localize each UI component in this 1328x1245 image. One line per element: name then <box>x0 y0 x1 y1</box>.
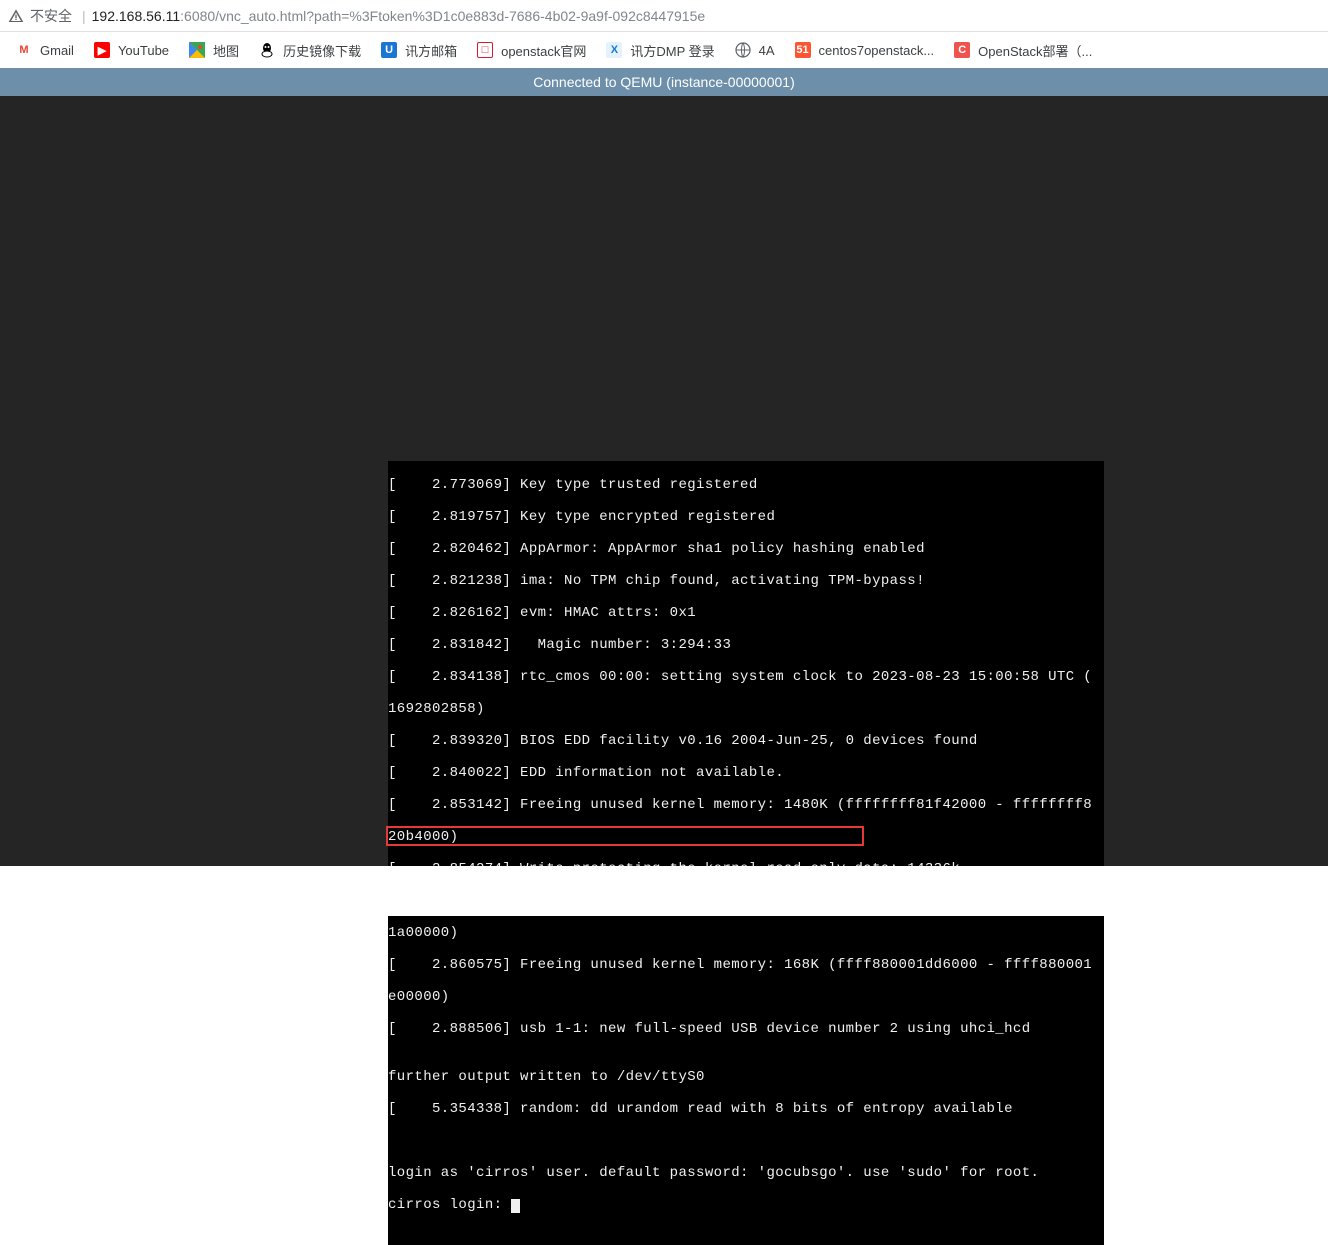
console-line: [ 2.853142] Freeing unused kernel memory… <box>388 797 1104 813</box>
c-icon: C <box>954 42 970 58</box>
bookmark-label: 4A <box>759 43 775 58</box>
console-line: login as 'cirros' user. default password… <box>388 1165 1104 1181</box>
bookmark-mirror[interactable]: 历史镜像下载 <box>249 37 371 64</box>
console-line: [ 2.834138] rtc_cmos 00:00: setting syst… <box>388 669 1104 685</box>
console-line: [ 2.820462] AppArmor: AppArmor sha1 poli… <box>388 541 1104 557</box>
bookmark-bar: M Gmail ▶ YouTube 地图 历史镜像下载 U 讯方邮箱 □ ope… <box>0 32 1328 68</box>
mail-icon: U <box>381 42 397 58</box>
address-bar[interactable]: 不安全 | 192.168.56.11:6080/vnc_auto.html?p… <box>0 0 1328 32</box>
page-bottom <box>0 866 1328 916</box>
bookmark-label: 讯方邮箱 <box>405 41 457 60</box>
bookmark-label: 讯方DMP 登录 <box>630 41 714 60</box>
bookmark-openstack[interactable]: □ openstack官网 <box>467 37 596 64</box>
separator: | <box>82 8 86 24</box>
bookmark-label: 历史镜像下载 <box>283 41 361 60</box>
console-line: 1692802858) <box>388 701 1104 717</box>
console-line: 1a00000) <box>388 925 1104 941</box>
console-line: [ 2.839320] BIOS EDD facility v0.16 2004… <box>388 733 1104 749</box>
console-line: [ 2.819757] Key type encrypted registere… <box>388 509 1104 525</box>
url-path: :6080/vnc_auto.html?path=%3Ftoken%3D1c0e… <box>180 8 705 24</box>
globe-icon <box>735 42 751 58</box>
console-line: 20b4000) <box>388 829 1104 845</box>
warning-icon <box>8 8 24 24</box>
bookmark-centos[interactable]: 51 centos7openstack... <box>785 38 945 62</box>
bookmark-youtube[interactable]: ▶ YouTube <box>84 38 179 62</box>
console-line: [ 2.888506] usb 1-1: new full-speed USB … <box>388 1021 1104 1037</box>
vnc-status-text: Connected to QEMU (instance-00000001) <box>533 74 794 90</box>
insecure-label: 不安全 <box>30 6 72 26</box>
console-output: [ 2.773069] Key type trusted registered … <box>388 461 1104 1245</box>
bookmark-label: centos7openstack... <box>819 43 935 58</box>
linux-icon <box>259 42 275 58</box>
bookmark-maps[interactable]: 地图 <box>179 37 249 64</box>
bookmark-label: Gmail <box>40 43 74 58</box>
console-line: [ 2.821238] ima: No TPM chip found, acti… <box>388 573 1104 589</box>
console-line: further output written to /dev/ttyS0 <box>388 1069 1104 1085</box>
maps-icon <box>189 42 205 58</box>
openstack-icon: □ <box>477 42 493 58</box>
console-line: [ 2.826162] evm: HMAC attrs: 0x1 <box>388 605 1104 621</box>
login-prompt-line[interactable]: cirros login: <box>388 1197 1104 1213</box>
bookmark-osdeploy[interactable]: C OpenStack部署（... <box>944 37 1102 64</box>
bookmark-4a[interactable]: 4A <box>725 38 785 62</box>
vnc-viewport[interactable]: [ 2.773069] Key type trusted registered … <box>0 96 1328 914</box>
console-line: [ 2.840022] EDD information not availabl… <box>388 765 1104 781</box>
gmail-icon: M <box>16 42 32 58</box>
console-line: [ 2.860575] Freeing unused kernel memory… <box>388 957 1104 973</box>
csdn-icon: 51 <box>795 42 811 58</box>
console-line: [ 5.354338] random: dd urandom read with… <box>388 1101 1104 1117</box>
youtube-icon: ▶ <box>94 42 110 58</box>
console-line: [ 2.831842] Magic number: 3:294:33 <box>388 637 1104 653</box>
bookmark-label: 地图 <box>213 41 239 60</box>
cursor <box>511 1199 520 1213</box>
bookmark-gmail[interactable]: M Gmail <box>6 38 84 62</box>
dmp-icon: X <box>606 42 622 58</box>
url-host: 192.168.56.11 <box>92 8 181 24</box>
bookmark-dmp[interactable]: X 讯方DMP 登录 <box>596 37 724 64</box>
bookmark-label: YouTube <box>118 43 169 58</box>
bookmark-xfmail[interactable]: U 讯方邮箱 <box>371 37 467 64</box>
console-line: e00000) <box>388 989 1104 1005</box>
console-line: [ 2.773069] Key type trusted registered <box>388 477 1104 493</box>
bookmark-label: openstack官网 <box>501 41 586 60</box>
bookmark-label: OpenStack部署（... <box>978 41 1092 60</box>
vnc-status-bar: Connected to QEMU (instance-00000001) <box>0 68 1328 96</box>
